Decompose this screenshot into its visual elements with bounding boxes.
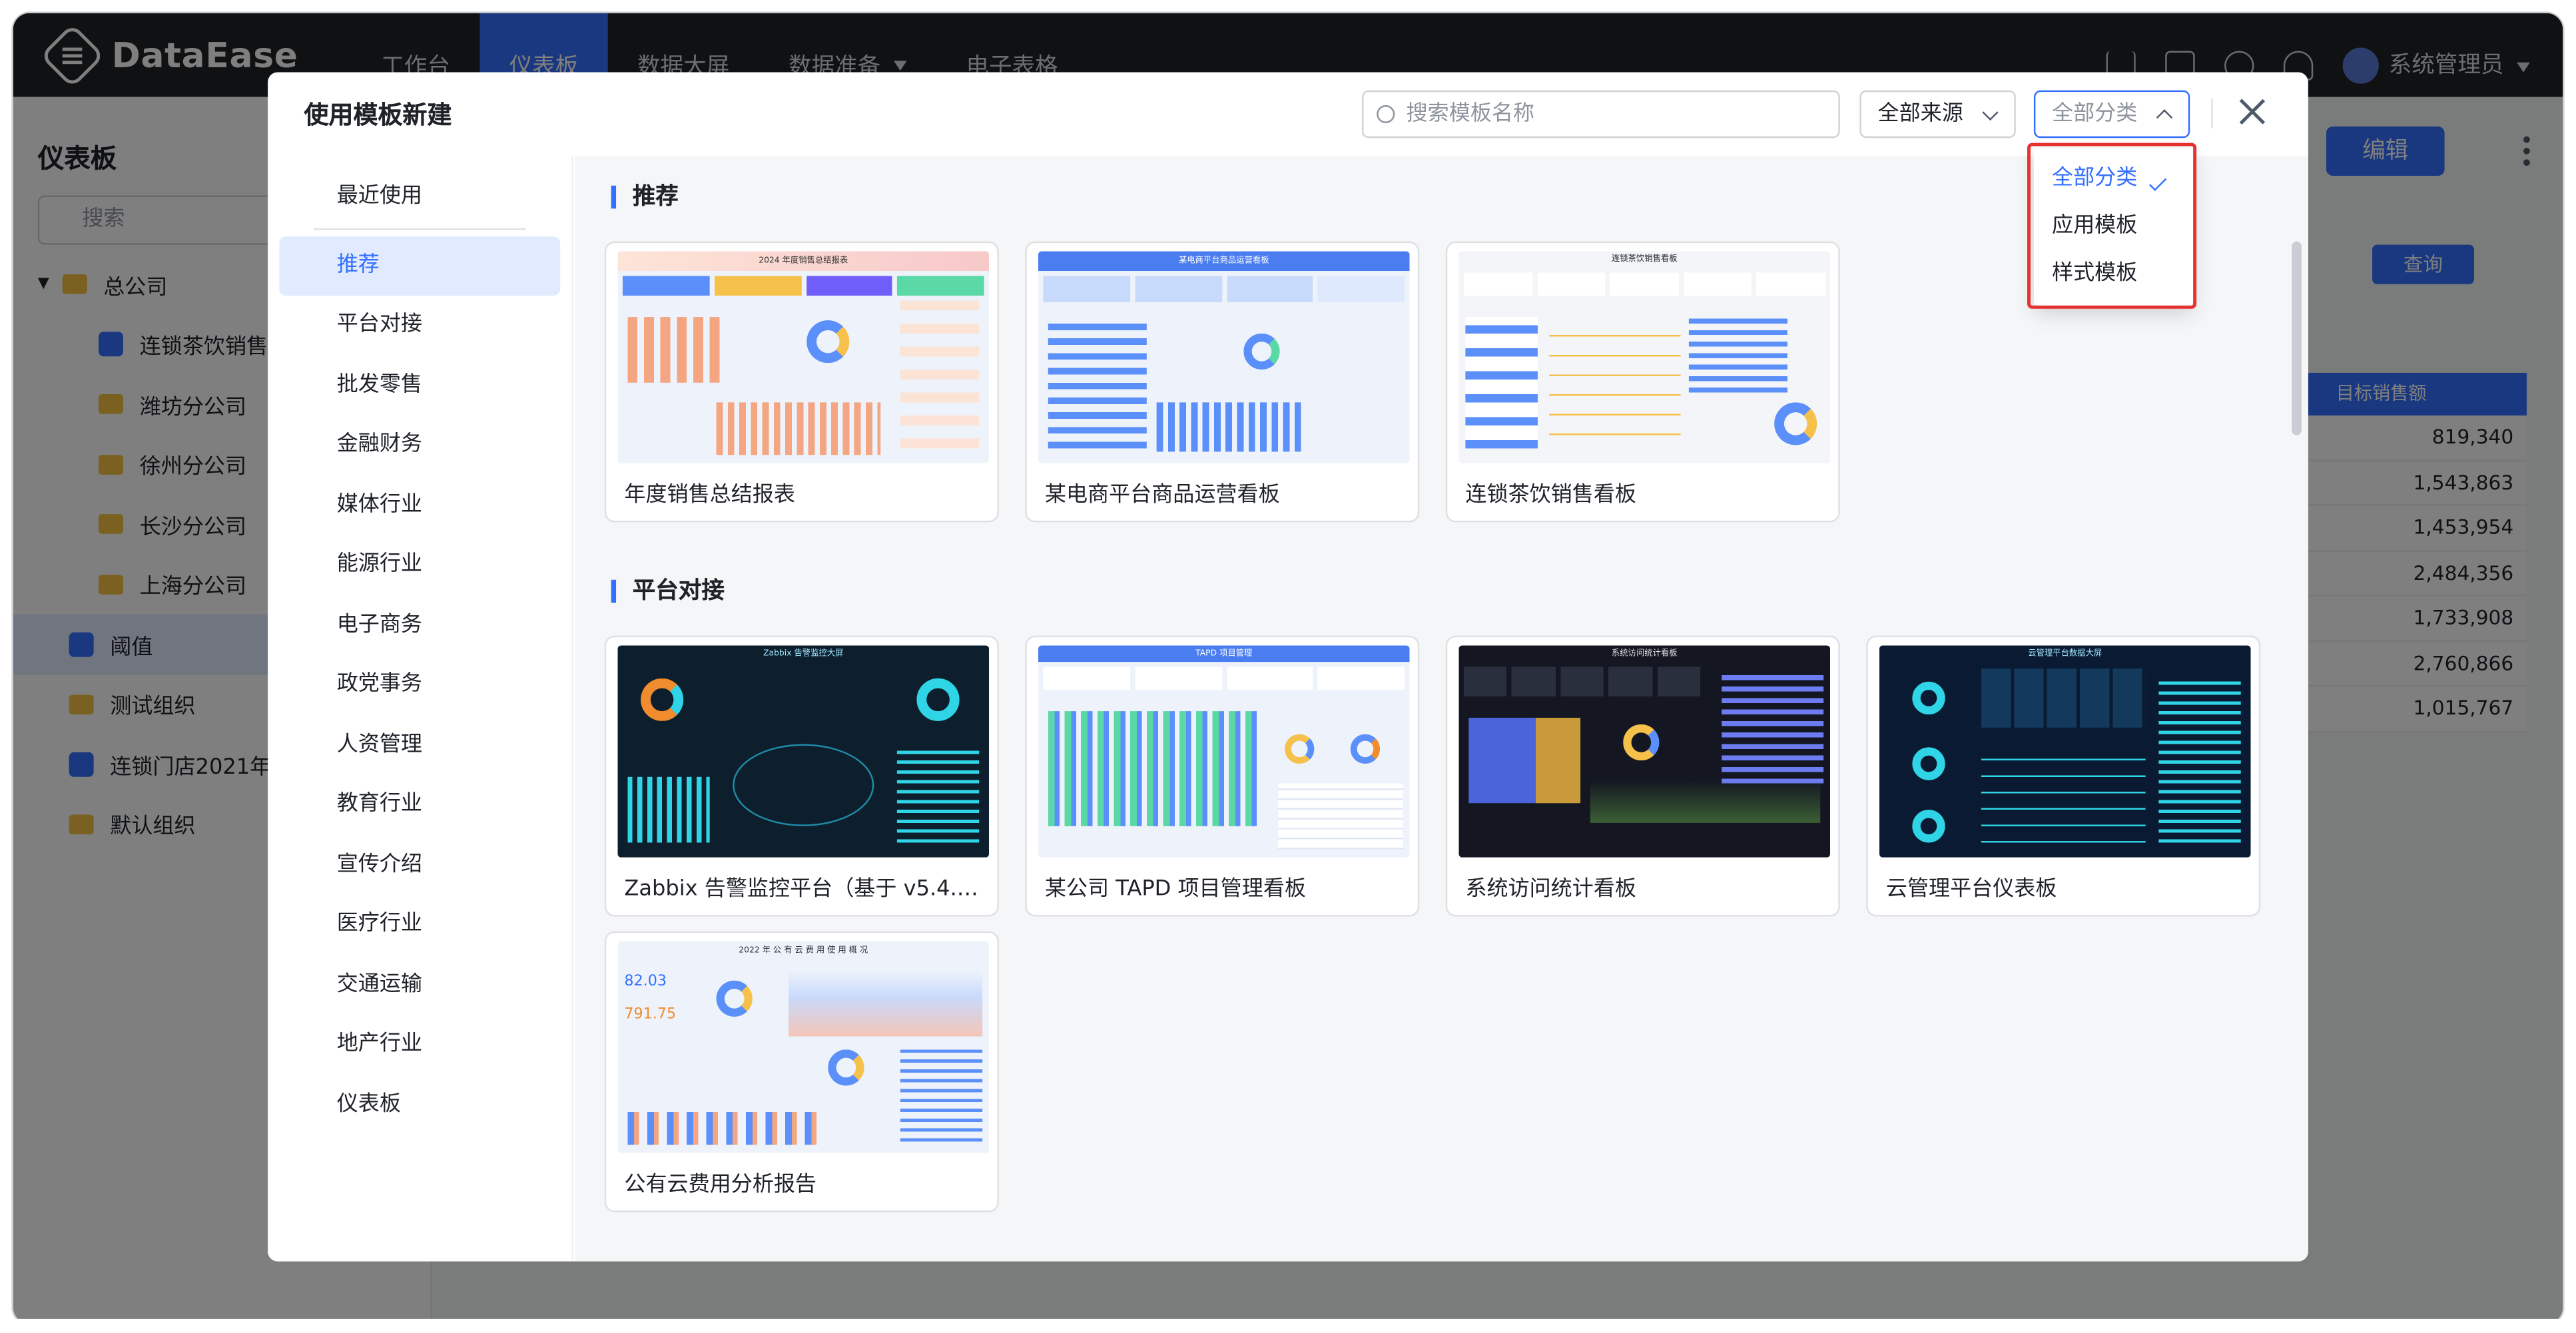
- template-card[interactable]: Zabbix 告警监控大屏 Zabbix 告警监控平台（基于 v5.4.0 …: [604, 635, 999, 917]
- highlight-box: [2027, 142, 2197, 309]
- category-item[interactable]: 医疗行业: [279, 895, 560, 955]
- search-placeholder: 搜索模板名称: [1406, 101, 1535, 127]
- thumb-title: 2022 年 公 有 云 费 用 使 用 概 况: [739, 945, 868, 956]
- template-card[interactable]: 连锁茶饮销售看板 连锁茶饮销售看板: [1445, 241, 1840, 523]
- template-card[interactable]: 2022 年 公 有 云 费 用 使 用 概 况 82.03 791.75 公有…: [604, 931, 999, 1212]
- template-name: 某电商平台商品运营看板: [1044, 483, 1280, 508]
- template-card[interactable]: 系统访问统计看板 系统访问统计看板: [1445, 635, 1840, 917]
- category-item[interactable]: 政党事务: [279, 655, 560, 715]
- category-item[interactable]: 地产行业: [279, 1015, 560, 1075]
- source-select-value: 全部来源: [1877, 101, 1963, 127]
- category-item[interactable]: 人资管理: [279, 715, 560, 775]
- source-select[interactable]: 全部来源: [1859, 90, 2016, 138]
- template-thumbnail: TAPD 项目管理: [1038, 645, 1410, 858]
- template-thumbnail: 云管理平台数据大屏: [1879, 645, 2251, 858]
- category-item[interactable]: 批发零售: [279, 356, 560, 415]
- category-item[interactable]: 交通运输: [279, 955, 560, 1015]
- template-thumbnail: Zabbix 告警监控大屏: [617, 645, 990, 858]
- divider: [314, 227, 526, 230]
- category-item[interactable]: 宣传介绍: [279, 835, 560, 895]
- template-card[interactable]: 某电商平台商品运营看板 某电商平台商品运营看板: [1025, 241, 1420, 523]
- category-item[interactable]: 媒体行业: [279, 475, 560, 535]
- category-item[interactable]: 电子商务: [279, 595, 560, 655]
- category-item[interactable]: 能源行业: [279, 535, 560, 595]
- close-icon[interactable]: [2239, 99, 2265, 125]
- category-select-value: 全部分类: [2052, 101, 2138, 127]
- thumb-title: 云管理平台数据大屏: [2028, 649, 2102, 659]
- template-card[interactable]: TAPD 项目管理 某公司 TAPD 项目管理看板: [1025, 635, 1420, 917]
- category-select[interactable]: 全部分类: [2033, 90, 2190, 138]
- chevron-down-icon: [1982, 104, 1999, 121]
- thumb-value: 82.03: [624, 973, 667, 991]
- template-modal: 使用模板新建 搜索模板名称 全部来源 全部分类 最近使用 推荐 平台对接 批发零…: [268, 72, 2308, 1262]
- template-name: 年度销售总结报表: [624, 483, 795, 508]
- chevron-up-icon: [2156, 109, 2173, 126]
- template-name: 公有云费用分析报告: [624, 1173, 817, 1198]
- thumb-title: 连锁茶饮销售看板: [1611, 254, 1678, 265]
- divider: [2211, 99, 2213, 129]
- category-item[interactable]: 教育行业: [279, 775, 560, 835]
- thumb-title: 2024 年度销售总结报表: [617, 251, 990, 272]
- scrollbar[interactable]: [2292, 241, 2302, 435]
- template-name: 连锁茶饮销售看板: [1465, 483, 1636, 508]
- category-item[interactable]: 推荐: [279, 235, 561, 296]
- template-name: Zabbix 告警监控平台（基于 v5.4.0 …: [624, 877, 990, 902]
- template-thumbnail: 连锁茶饮销售看板: [1458, 251, 1831, 463]
- template-thumbnail: 2024 年度销售总结报表: [617, 251, 990, 463]
- template-name: 某公司 TAPD 项目管理看板: [1044, 877, 1306, 902]
- template-thumbnail: 系统访问统计看板: [1458, 645, 1831, 858]
- category-item[interactable]: 平台对接: [279, 296, 560, 356]
- category-list: 最近使用 推荐 平台对接 批发零售 金融财务 媒体行业 能源行业 电子商务 政党…: [268, 156, 573, 1262]
- template-card[interactable]: 2024 年度销售总结报表 年度销售总结报表: [604, 241, 999, 523]
- template-name: 云管理平台仪表板: [1885, 877, 2057, 902]
- template-gallery: 推荐 2024 年度销售总结报表 年度销售总结报表 某电商平台商品运营看板 某电…: [575, 156, 2308, 1262]
- template-card[interactable]: 云管理平台数据大屏 云管理平台仪表板: [1866, 635, 2261, 917]
- template-thumbnail: 某电商平台商品运营看板: [1038, 251, 1410, 463]
- thumb-title: 系统访问统计看板: [1611, 649, 1678, 659]
- thumb-title: TAPD 项目管理: [1038, 645, 1410, 663]
- category-item[interactable]: 最近使用: [279, 168, 560, 228]
- thumb-title: Zabbix 告警监控大屏: [763, 649, 844, 659]
- category-item[interactable]: 仪表板: [279, 1075, 560, 1135]
- template-thumbnail: 2022 年 公 有 云 费 用 使 用 概 况 82.03 791.75: [617, 941, 990, 1153]
- thumb-title: 某电商平台商品运营看板: [1038, 251, 1410, 272]
- modal-title: 使用模板新建: [304, 100, 452, 130]
- category-item[interactable]: 金融财务: [279, 415, 560, 475]
- section-title: 推荐: [611, 185, 679, 209]
- thumb-value: 791.75: [624, 1007, 677, 1023]
- search-icon: [1377, 105, 1395, 124]
- template-name: 系统访问统计看板: [1465, 877, 1636, 902]
- template-search-input[interactable]: 搜索模板名称: [1361, 90, 1840, 138]
- section-title: 平台对接: [611, 579, 725, 603]
